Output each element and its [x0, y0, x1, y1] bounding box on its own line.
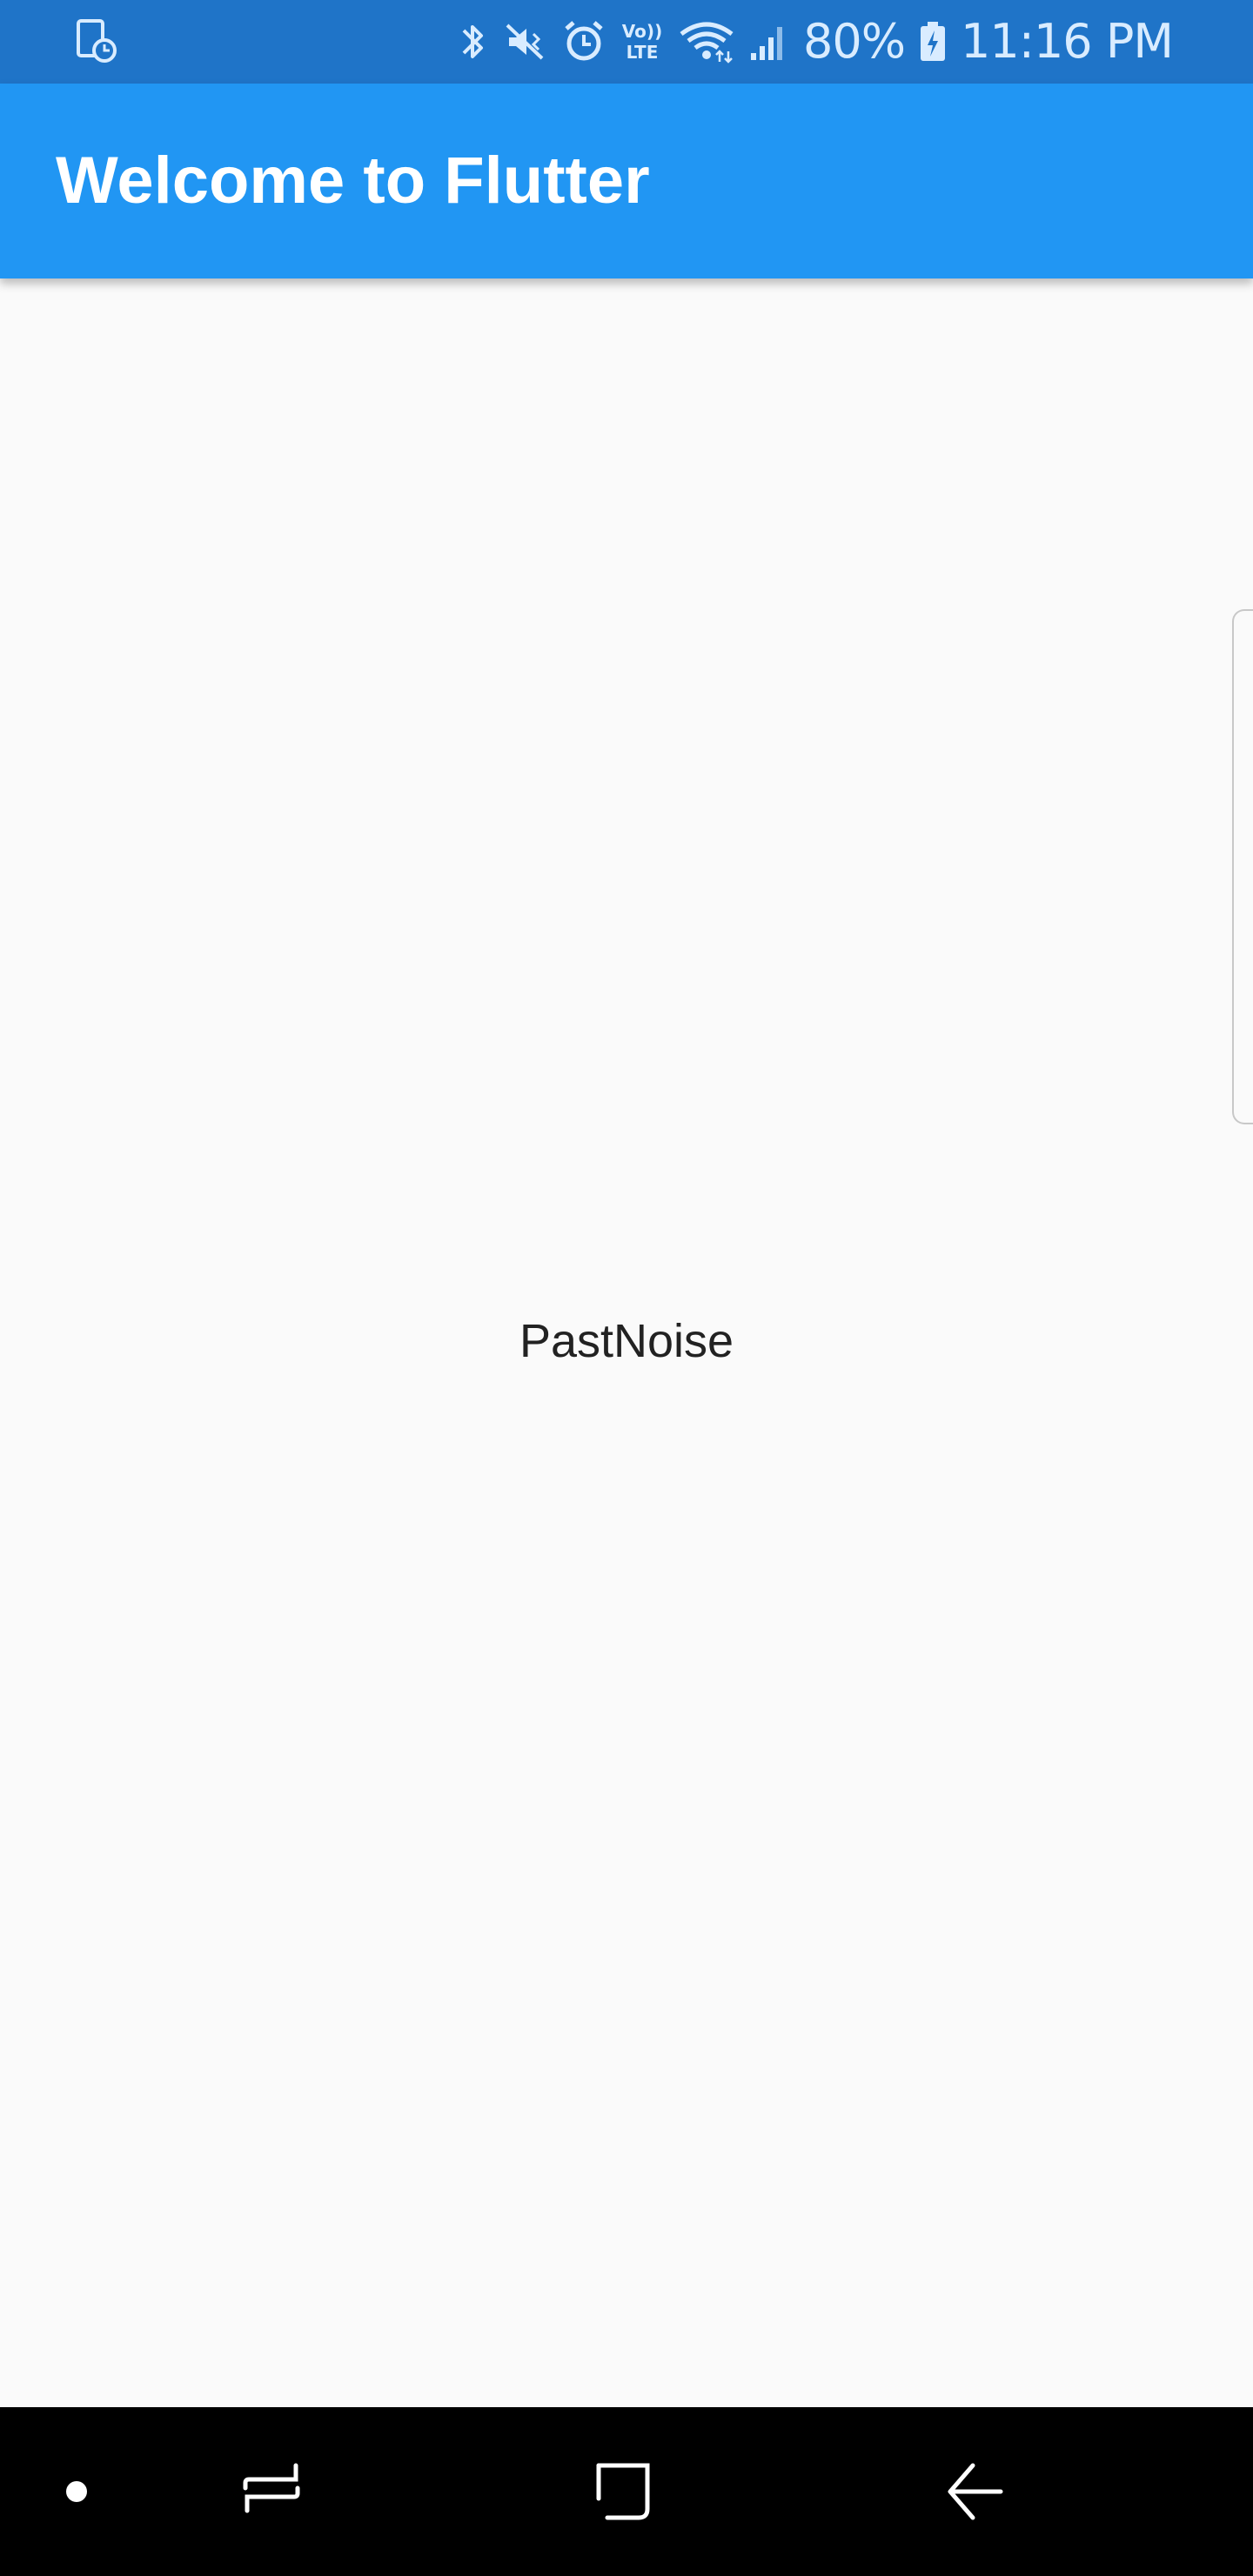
main-content: PastNoise: [0, 278, 1253, 2407]
center-text: PastNoise: [519, 1315, 734, 1367]
navigation-bar: [0, 2407, 1253, 2576]
battery-charging-icon: [917, 0, 948, 84]
back-icon[interactable]: [931, 2407, 1018, 2576]
alarm-icon: [561, 0, 606, 84]
home-dot-icon[interactable]: [35, 2407, 118, 2576]
app-title: Welcome to Flutter: [56, 144, 650, 218]
screen: Vo)) LTE 80% 11:16 PM Welcome to Flutter…: [0, 0, 1253, 2576]
recents-icon[interactable]: [228, 2407, 315, 2576]
clock: 11:16 PM: [961, 14, 1174, 69]
volte-icon: Vo)) LTE: [619, 0, 666, 84]
home-icon[interactable]: [580, 2407, 667, 2576]
volte-label-top: Vo)): [622, 21, 662, 42]
battery-percent: 80%: [803, 14, 906, 69]
bluetooth-icon: [457, 0, 488, 84]
app-bar: Welcome to Flutter: [0, 84, 1253, 278]
volte-label-bottom: LTE: [626, 42, 659, 63]
wifi-icon: [678, 0, 735, 84]
status-icons: Vo)) LTE 80% 11:16 PM: [457, 0, 1174, 84]
screen-timer-icon: [73, 17, 122, 66]
status-bar: Vo)) LTE 80% 11:16 PM: [0, 0, 1253, 84]
edge-panel-handle[interactable]: [1232, 609, 1253, 1124]
vibrate-icon: [500, 0, 549, 84]
signal-icon: [747, 0, 791, 84]
